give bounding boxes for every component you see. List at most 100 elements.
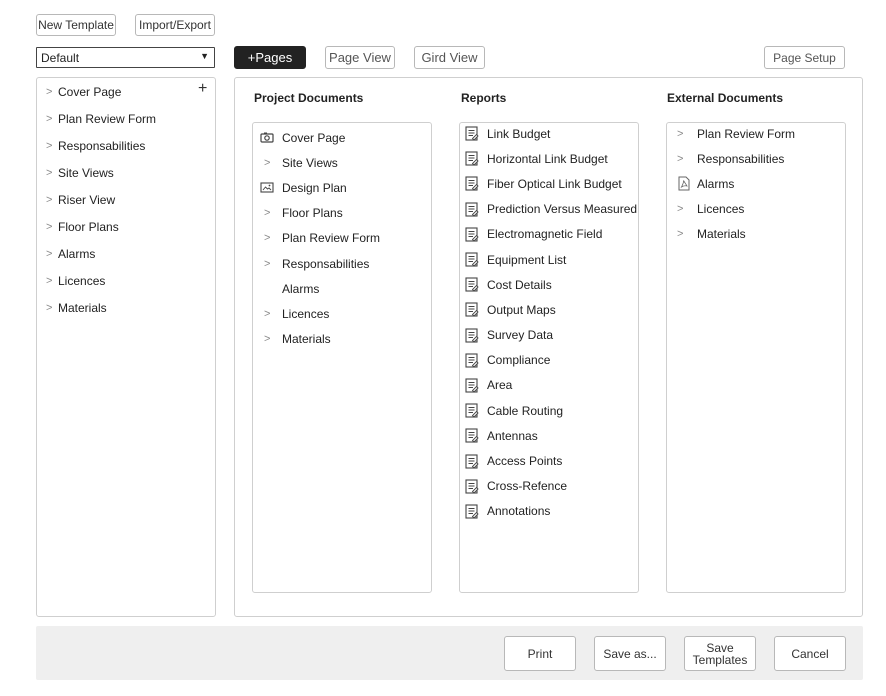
save-templates-button[interactable]: Save Templates bbox=[684, 636, 756, 671]
report-item[interactable]: Horizontal Link Budget bbox=[465, 146, 638, 171]
external-document-item[interactable]: > Materials bbox=[677, 222, 845, 247]
report-label: Survey Data bbox=[487, 328, 554, 343]
report-label: Output Maps bbox=[487, 302, 556, 317]
sidebar-item-label: Riser View bbox=[58, 192, 116, 207]
new-template-button[interactable]: New Template bbox=[36, 14, 116, 36]
chevron-right-icon: > bbox=[677, 127, 684, 140]
chevron-right-icon: > bbox=[46, 220, 53, 233]
report-document-icon bbox=[465, 378, 479, 393]
project-documents-heading: Project Documents bbox=[254, 91, 364, 105]
sidebar-item-label: Licences bbox=[58, 273, 106, 288]
project-document-label: Alarms bbox=[282, 281, 320, 296]
report-label: Fiber Optical Link Budget bbox=[487, 176, 622, 191]
chevron-right-icon: > bbox=[46, 274, 53, 287]
report-label: Horizontal Link Budget bbox=[487, 151, 608, 166]
sidebar-item[interactable]: > Alarms bbox=[46, 240, 206, 267]
external-document-label: Responsabilities bbox=[697, 151, 785, 166]
report-label: Equipment List bbox=[487, 252, 567, 267]
save-as-button[interactable]: Save as... bbox=[594, 636, 666, 671]
external-document-item[interactable]: Alarms bbox=[677, 171, 845, 196]
report-item[interactable]: Cost Details bbox=[465, 272, 638, 297]
chevron-right-icon: > bbox=[677, 152, 684, 165]
report-item[interactable]: Electromagnetic Field bbox=[465, 222, 638, 247]
add-pages-button[interactable]: +Pages bbox=[234, 46, 306, 69]
report-label: Area bbox=[487, 378, 513, 393]
project-document-item[interactable]: > Licences bbox=[260, 301, 430, 326]
sidebar-item[interactable]: > Cover Page bbox=[46, 78, 206, 105]
report-item[interactable]: Area bbox=[465, 373, 638, 398]
chevron-right-icon: > bbox=[46, 166, 53, 179]
report-document-icon bbox=[465, 353, 479, 368]
report-label: Annotations bbox=[487, 504, 551, 519]
project-document-item[interactable]: > Responsabilities bbox=[260, 251, 430, 276]
external-documents-heading: External Documents bbox=[667, 91, 784, 105]
report-label: Link Budget bbox=[487, 126, 551, 141]
report-document-icon bbox=[465, 202, 479, 217]
chevron-right-icon: > bbox=[264, 307, 271, 320]
project-document-item[interactable]: Design Plan bbox=[260, 175, 430, 200]
external-document-item[interactable]: > Responsabilities bbox=[677, 146, 845, 171]
sidebar-item[interactable]: > Floor Plans bbox=[46, 213, 206, 240]
project-document-label: Floor Plans bbox=[282, 206, 343, 221]
grid-view-button[interactable]: Gird View bbox=[414, 46, 485, 69]
report-document-icon bbox=[465, 328, 479, 343]
project-document-label: Responsabilities bbox=[282, 256, 370, 271]
report-item[interactable]: Equipment List bbox=[465, 247, 638, 272]
sidebar-item[interactable]: > Site Views bbox=[46, 159, 206, 186]
project-document-label: Plan Review Form bbox=[282, 231, 381, 246]
template-select[interactable]: Default ▼ bbox=[36, 47, 215, 68]
report-item[interactable]: Prediction Versus Measured I bbox=[465, 197, 638, 222]
report-item[interactable]: Antennas bbox=[465, 423, 638, 448]
report-label: Cross-Refence bbox=[487, 479, 568, 494]
report-document-icon bbox=[465, 403, 479, 418]
sidebar-item[interactable]: > Materials bbox=[46, 294, 206, 321]
chevron-right-icon: > bbox=[264, 333, 271, 346]
external-document-item[interactable]: > Licences bbox=[677, 197, 845, 222]
report-item[interactable]: Survey Data bbox=[465, 323, 638, 348]
project-document-item[interactable]: > Materials bbox=[260, 327, 430, 352]
sidebar-item-label: Site Views bbox=[58, 165, 114, 180]
chevron-right-icon: > bbox=[264, 156, 271, 169]
report-label: Cable Routing bbox=[487, 403, 564, 418]
report-item[interactable]: Annotations bbox=[465, 499, 638, 524]
project-document-label: Design Plan bbox=[282, 180, 347, 195]
import-export-button[interactable]: Import/Export bbox=[135, 14, 215, 36]
external-document-item[interactable]: > Plan Review Form bbox=[677, 123, 845, 146]
project-document-label: Materials bbox=[282, 332, 331, 347]
report-item[interactable]: Access Points bbox=[465, 448, 638, 473]
report-item[interactable]: Compliance bbox=[465, 348, 638, 373]
report-item[interactable]: Link Budget bbox=[465, 123, 638, 146]
camera-icon bbox=[260, 132, 274, 143]
report-item[interactable]: Cross-Refence bbox=[465, 474, 638, 499]
external-document-label: Plan Review Form bbox=[697, 126, 796, 141]
report-item[interactable]: Cable Routing bbox=[465, 398, 638, 423]
page-view-button[interactable]: Page View bbox=[325, 46, 395, 69]
save-templates-label-2: Templates bbox=[692, 652, 748, 667]
print-button[interactable]: Print bbox=[504, 636, 576, 671]
sidebar-item[interactable]: > Responsabilities bbox=[46, 132, 206, 159]
report-document-icon bbox=[465, 302, 479, 318]
report-label: Cost Details bbox=[487, 277, 552, 292]
project-document-item[interactable]: Alarms bbox=[260, 276, 430, 301]
chevron-right-icon: > bbox=[46, 193, 53, 206]
report-item[interactable]: Output Maps bbox=[465, 297, 638, 322]
project-document-item[interactable]: > Floor Plans bbox=[260, 201, 430, 226]
cancel-button[interactable]: Cancel bbox=[774, 636, 846, 671]
project-document-item[interactable]: > Site Views bbox=[260, 150, 430, 175]
sidebar-item[interactable]: > Plan Review Form bbox=[46, 105, 206, 132]
sidebar-item[interactable]: > Licences bbox=[46, 267, 206, 294]
report-document-icon bbox=[465, 277, 479, 292]
report-label: Electromagnetic Field bbox=[487, 227, 603, 242]
pdf-icon bbox=[678, 176, 690, 191]
report-document-icon bbox=[465, 479, 479, 494]
report-item[interactable]: Fiber Optical Link Budget bbox=[465, 171, 638, 196]
project-document-item[interactable]: Cover Page bbox=[260, 125, 430, 150]
sidebar-item-label: Responsabilities bbox=[58, 138, 146, 153]
report-document-icon bbox=[465, 252, 479, 267]
chevron-right-icon: > bbox=[46, 85, 53, 98]
page-setup-button[interactable]: Page Setup bbox=[764, 46, 845, 69]
external-document-label: Materials bbox=[697, 227, 746, 242]
sidebar-item-label: Plan Review Form bbox=[58, 111, 157, 126]
sidebar-item[interactable]: > Riser View bbox=[46, 186, 206, 213]
project-document-item[interactable]: > Plan Review Form bbox=[260, 226, 430, 251]
